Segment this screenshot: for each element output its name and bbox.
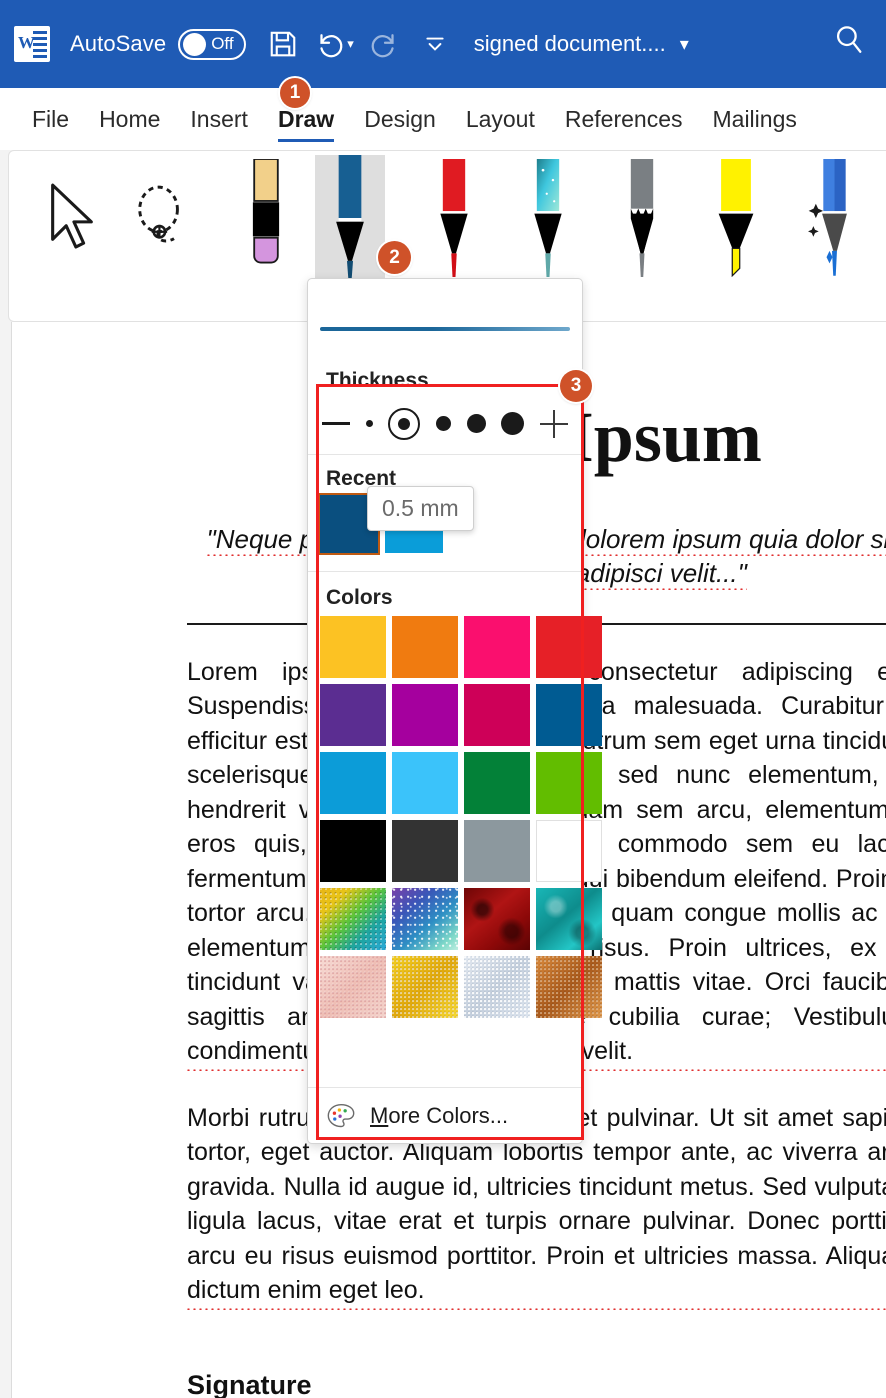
color-dark-blue[interactable] <box>536 684 602 746</box>
tab-home[interactable]: Home <box>99 88 160 150</box>
thickness-tooltip: 0.5 mm <box>367 486 474 531</box>
thickness-option-2-selected[interactable] <box>388 407 421 440</box>
texture-silver[interactable] <box>464 956 530 1018</box>
color-pink[interactable] <box>464 616 530 678</box>
lasso-select-tool[interactable] <box>127 155 197 281</box>
select-tool[interactable] <box>37 155 107 281</box>
undo-chevron-down-icon[interactable]: ▾ <box>347 36 354 52</box>
more-colors-button[interactable]: More Colors... <box>308 1087 584 1143</box>
highlighter-yellow[interactable] <box>701 155 771 281</box>
undo-icon[interactable]: ▾ <box>314 22 354 66</box>
pen-options-flyout[interactable]: Thickness Recent 0.5 mm Colors More Colo… <box>307 278 602 1144</box>
word-application-window: Lorem Ipsum "Neque porro quisquam est qu… <box>0 0 886 1398</box>
texture-rose-gold[interactable] <box>320 956 386 1018</box>
eraser-icon <box>252 159 280 264</box>
more-colors-label: More Colors... <box>370 1102 509 1128</box>
color-red[interactable] <box>536 616 602 678</box>
color-gold[interactable] <box>320 616 386 678</box>
action-pen[interactable] <box>797 155 867 281</box>
autosave-state-label: Off <box>211 34 234 53</box>
color-white[interactable] <box>536 820 602 882</box>
callout-badge-2: 2 <box>378 241 411 274</box>
autosave-toggle[interactable]: Off <box>178 28 247 60</box>
thickness-option-1[interactable] <box>365 420 373 427</box>
callout-badge-1: 1 <box>280 78 310 108</box>
color-gray[interactable] <box>464 820 530 882</box>
pen-galaxy[interactable] <box>513 155 583 281</box>
tab-references[interactable]: References <box>565 88 683 150</box>
title-chevron-down-icon[interactable]: ▾ <box>680 34 689 55</box>
color-dark-gray[interactable] <box>392 820 458 882</box>
texture-bronze[interactable] <box>536 956 602 1018</box>
eraser-tool[interactable] <box>231 155 301 281</box>
palette-icon <box>327 1103 355 1127</box>
pencil-icon <box>630 159 654 277</box>
pen-blue[interactable] <box>315 155 385 281</box>
document-signature-heading: Signature <box>187 1369 312 1398</box>
autosave-toggle-knob <box>183 32 207 56</box>
stroke-preview-line <box>320 327 570 331</box>
color-light-green[interactable] <box>536 752 602 814</box>
thickness-section-title: Thickness <box>326 369 429 392</box>
pen-red[interactable] <box>419 155 489 281</box>
lasso-icon <box>138 185 179 243</box>
texture-rainbow[interactable] <box>320 888 386 950</box>
callout-badge-3: 3 <box>560 370 592 402</box>
autosave-label: AutoSave <box>70 31 167 56</box>
highlighter-icon <box>718 159 754 277</box>
texture-galaxy[interactable] <box>392 888 458 950</box>
thickness-selector[interactable] <box>308 393 582 455</box>
search-icon[interactable] <box>832 22 866 61</box>
color-magenta[interactable] <box>392 684 458 746</box>
color-blue[interactable] <box>320 752 386 814</box>
texture-gold[interactable] <box>392 956 458 1018</box>
stroke-preview <box>308 279 582 355</box>
decrease-thickness-button[interactable] <box>322 422 350 425</box>
tab-layout[interactable]: Layout <box>466 88 535 150</box>
color-light-blue[interactable] <box>392 752 458 814</box>
pen-icon <box>440 159 468 277</box>
tab-design[interactable]: Design <box>364 88 436 150</box>
save-icon[interactable] <box>268 22 298 66</box>
tab-file[interactable]: File <box>32 88 69 150</box>
thickness-option-5[interactable] <box>501 412 525 435</box>
word-logo: W <box>14 26 50 62</box>
cursor-icon <box>51 183 93 249</box>
colors-section-title: Colors <box>326 586 393 609</box>
redo-icon[interactable] <box>370 22 400 66</box>
thickness-option-4[interactable] <box>466 414 486 433</box>
thickness-dot <box>398 417 411 430</box>
color-orange[interactable] <box>392 616 458 678</box>
texture-lava[interactable] <box>464 888 530 950</box>
tab-insert[interactable]: Insert <box>190 88 248 150</box>
color-rose[interactable] <box>464 684 530 746</box>
customize-quick-access-icon[interactable] <box>422 22 448 66</box>
pencil-gray[interactable] <box>607 155 677 281</box>
increase-thickness-button[interactable] <box>539 409 568 438</box>
color-black[interactable] <box>320 820 386 882</box>
color-green[interactable] <box>464 752 530 814</box>
colors-grid <box>308 610 602 1018</box>
pen-icon <box>534 159 562 277</box>
title-bar: W AutoSave Off ▾ signed document.... ▾ <box>0 0 886 88</box>
thickness-option-3[interactable] <box>435 416 451 431</box>
ribbon-tab-bar: File Home Insert Draw Design Layout Refe… <box>0 88 886 150</box>
document-title[interactable]: signed document.... <box>474 31 666 57</box>
pen-icon <box>336 155 364 281</box>
texture-ocean[interactable] <box>536 888 602 950</box>
tab-mailings[interactable]: Mailings <box>713 88 797 150</box>
color-purple[interactable] <box>320 684 386 746</box>
action-pen-icon <box>808 159 847 276</box>
